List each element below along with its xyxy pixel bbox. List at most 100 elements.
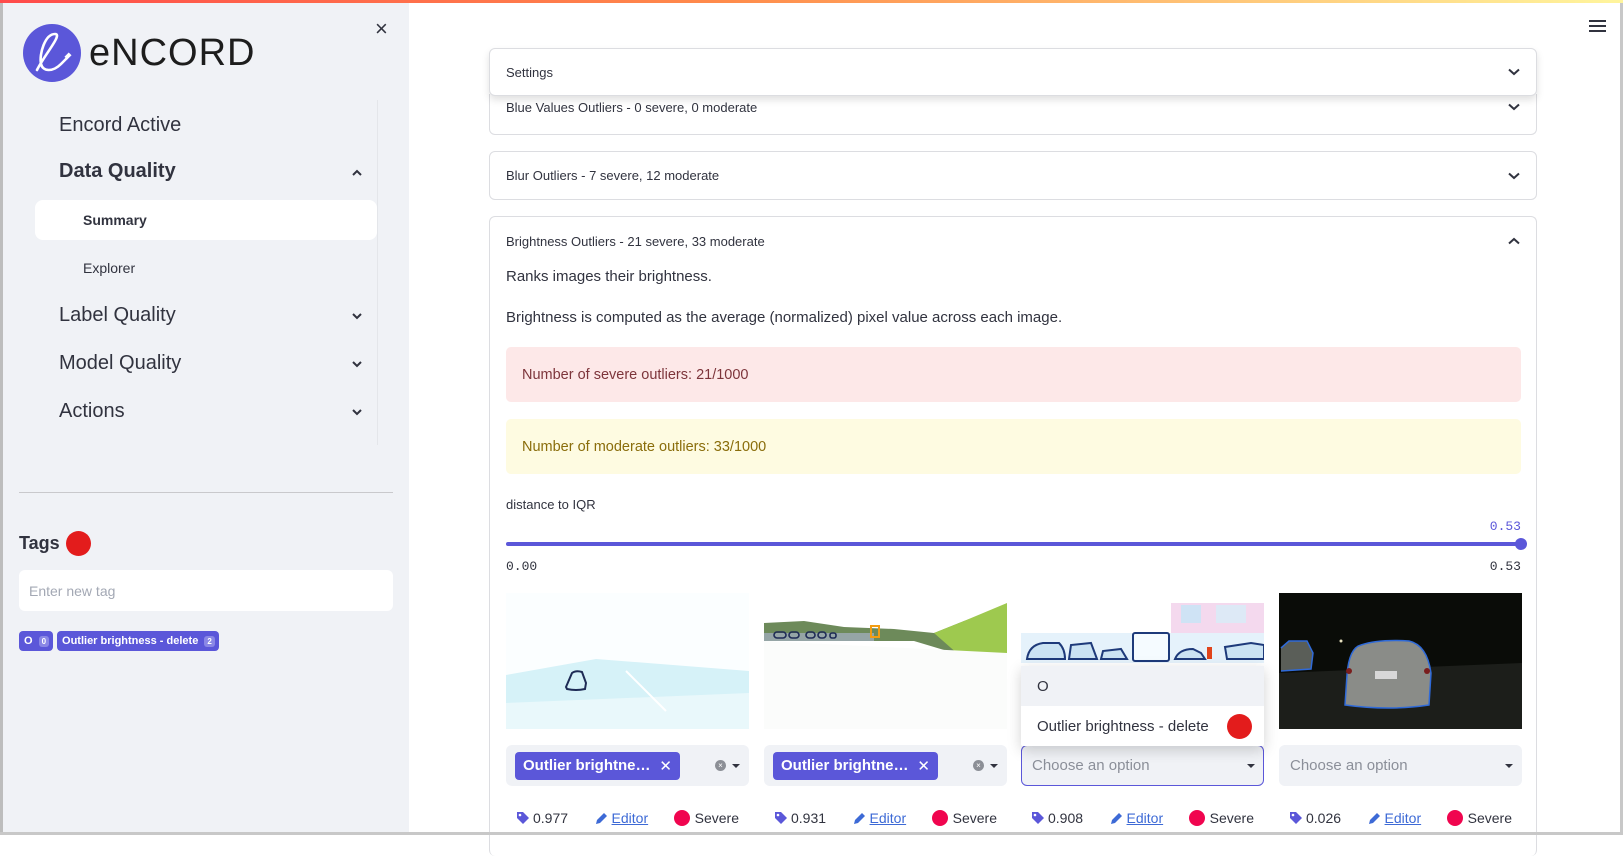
- chevron-down-icon: [350, 357, 364, 371]
- chevron-up-icon: [350, 165, 364, 179]
- option-label: Outlier brightness - delete: [1037, 718, 1209, 735]
- new-tag-input[interactable]: [19, 570, 393, 611]
- tag-chip-outlier-brightness-delete[interactable]: Outlier brightness - delete 2: [57, 631, 219, 651]
- sidebar: eNCORD × Encord Active Data Quality Summ…: [0, 0, 409, 835]
- accordion-blur-outliers[interactable]: Blur Outliers - 7 severe, 12 moderate: [489, 151, 1537, 200]
- alert-text: Number of severe outliers: 21/1000: [522, 367, 749, 383]
- main-menu-button[interactable]: [1589, 20, 1606, 35]
- accordion-brightness-outliers: Brightness Outliers - 21 severe, 33 mode…: [489, 216, 1537, 856]
- tag-dropdown-menu: O Outlier brightness - delete: [1021, 666, 1264, 746]
- accordion-header[interactable]: Blue Values Outliers - 0 severe, 0 moder…: [490, 94, 1536, 120]
- slider-min-label: 0.00: [506, 559, 537, 574]
- brand-name: eNCORD: [89, 32, 255, 75]
- hamburger-icon: [1589, 20, 1606, 22]
- editor-label: Editor: [870, 810, 907, 826]
- severity-label: Severe: [695, 810, 739, 826]
- severity-dot-icon: [932, 810, 948, 826]
- tag-chip-o[interactable]: O 0: [19, 631, 53, 651]
- clear-icon[interactable]: ×: [715, 760, 726, 771]
- dropdown-caret-icon[interactable]: [732, 764, 740, 768]
- tags-heading: Tags: [19, 531, 91, 556]
- tag-icon: [774, 811, 788, 825]
- image-thumbnail[interactable]: [764, 593, 1007, 729]
- slider-label: distance to IQR: [506, 497, 596, 512]
- pencil-icon: [852, 811, 867, 826]
- editor-label: Editor: [1385, 810, 1422, 826]
- sidebar-divider: [19, 492, 393, 493]
- editor-label: Editor: [612, 810, 649, 826]
- severity-label: Severe: [1468, 810, 1512, 826]
- tag-select[interactable]: Choose an option: [1021, 745, 1264, 786]
- severe-outliers-alert: Number of severe outliers: 21/1000: [506, 347, 1521, 402]
- close-sidebar-button[interactable]: ×: [375, 16, 388, 42]
- accordion-settings[interactable]: Settings: [489, 48, 1537, 96]
- metric-explanation: Brightness is computed as the average (n…: [506, 309, 1062, 326]
- dropdown-caret-icon[interactable]: [1505, 764, 1513, 768]
- severity-dot-icon: [1447, 810, 1463, 826]
- selected-tag-label: Outlier brightne…: [781, 757, 909, 774]
- clear-icon[interactable]: ×: [973, 760, 984, 771]
- option-label: O: [1037, 678, 1049, 695]
- image-card: Outlier brightne… ✕ × 0.977 Editor Sever…: [506, 593, 749, 834]
- card-footer: 0.931 Editor Severe: [764, 808, 1007, 834]
- iqr-distance-slider[interactable]: [506, 542, 1521, 546]
- sub-item-label: Explorer: [83, 260, 135, 276]
- chevron-up-icon: [1508, 237, 1520, 245]
- accordion-title: Blue Values Outliers - 0 severe, 0 moder…: [506, 100, 757, 115]
- chevron-down-icon: [350, 405, 364, 419]
- accordion-blue-values-outliers[interactable]: Blue Values Outliers - 0 severe, 0 moder…: [489, 94, 1537, 135]
- sub-item-label: Summary: [83, 212, 147, 228]
- editor-link[interactable]: Editor: [852, 810, 907, 826]
- tag-select[interactable]: Choose an option: [1279, 745, 1522, 786]
- card-footer: 0.908 Editor Severe: [1021, 808, 1264, 834]
- chevron-down-icon: [1508, 172, 1520, 180]
- nav-label: Model Quality: [59, 352, 181, 375]
- selected-tag-chip[interactable]: Outlier brightne… ✕: [773, 752, 938, 780]
- nav-label: Label Quality: [59, 304, 176, 327]
- slider-thumb[interactable]: [1515, 538, 1527, 550]
- dropdown-option-outlier-brightness-delete[interactable]: Outlier brightness - delete: [1021, 706, 1264, 746]
- tag-select[interactable]: Outlier brightne… ✕ ×: [506, 745, 749, 786]
- remove-tag-icon[interactable]: ✕: [659, 757, 672, 775]
- score: 0.026: [1289, 810, 1341, 826]
- score-value: 0.026: [1306, 810, 1341, 826]
- score-value: 0.977: [533, 810, 568, 826]
- tag-chip-count: 2: [204, 636, 214, 647]
- window-border: [0, 0, 3, 835]
- tag-icon: [1031, 811, 1045, 825]
- remove-tag-icon[interactable]: ✕: [917, 757, 930, 775]
- editor-link[interactable]: Editor: [1367, 810, 1422, 826]
- accordion-header[interactable]: Settings: [490, 49, 1536, 95]
- tag-icon: [1289, 811, 1303, 825]
- dropdown-caret-icon[interactable]: [990, 764, 998, 768]
- editor-link[interactable]: Editor: [1109, 810, 1164, 826]
- dropdown-caret-icon[interactable]: [1247, 764, 1255, 768]
- nav-item-actions[interactable]: Actions: [59, 400, 364, 423]
- accordion-title: Brightness Outliers - 21 severe, 33 mode…: [506, 234, 765, 249]
- selected-tag-chip[interactable]: Outlier brightne… ✕: [515, 752, 680, 780]
- accordion-header[interactable]: Blur Outliers - 7 severe, 12 moderate: [490, 152, 1536, 199]
- nav-label: Data Quality: [59, 160, 176, 183]
- pencil-icon: [594, 811, 609, 826]
- image-thumbnail[interactable]: [1279, 593, 1522, 729]
- severity-badge: Severe: [674, 810, 739, 826]
- sidebar-item-explorer[interactable]: Explorer: [35, 248, 377, 288]
- image-card: Choose an option 0.026 Editor Severe: [1279, 593, 1522, 834]
- nav-label: Actions: [59, 400, 125, 423]
- sidebar-item-summary[interactable]: Summary: [35, 200, 377, 240]
- encord-logo: eNCORD: [23, 24, 255, 82]
- nav-item-model-quality[interactable]: Model Quality: [59, 352, 364, 375]
- dropdown-option-o[interactable]: O: [1021, 666, 1264, 706]
- nav-item-label-quality[interactable]: Label Quality: [59, 304, 364, 327]
- nav-item-data-quality[interactable]: Data Quality: [59, 160, 364, 183]
- severity-badge: Severe: [932, 810, 997, 826]
- tag-select[interactable]: Outlier brightne… ✕ ×: [764, 745, 1007, 786]
- tag-chip-label: O: [24, 635, 33, 647]
- tag-chip-count: 0: [39, 636, 49, 647]
- nav-item-encord-active[interactable]: Encord Active: [59, 114, 364, 137]
- select-placeholder: Choose an option: [1288, 757, 1408, 774]
- image-thumbnail[interactable]: [506, 593, 749, 729]
- accordion-header[interactable]: Brightness Outliers - 21 severe, 33 mode…: [490, 217, 1536, 265]
- editor-link[interactable]: Editor: [594, 810, 649, 826]
- sidebar-nav: Encord Active Data Quality Summary Explo…: [35, 100, 378, 445]
